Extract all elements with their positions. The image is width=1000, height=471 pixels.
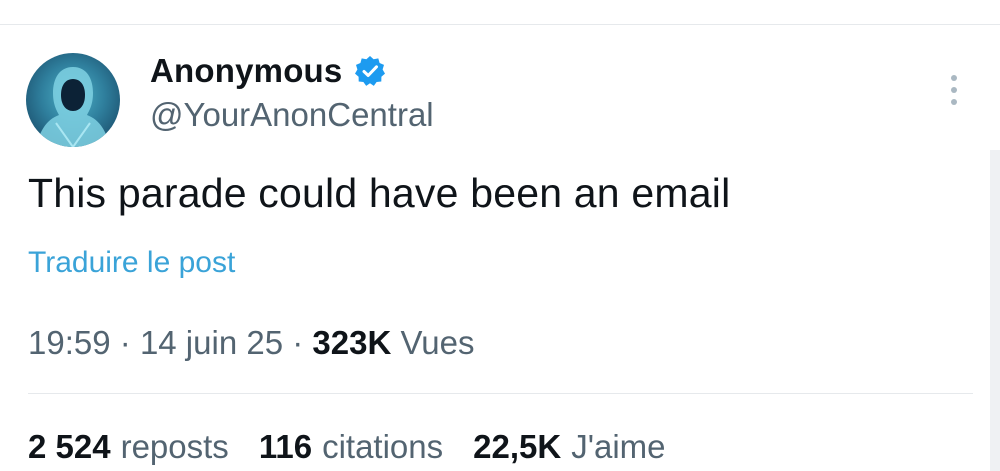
quotes-stat[interactable]: 116 citations bbox=[259, 428, 443, 466]
stats-divider bbox=[28, 393, 973, 394]
more-dot bbox=[951, 75, 957, 81]
post-date[interactable]: 14 juin 25 bbox=[140, 324, 283, 361]
meta-separator: · bbox=[119, 324, 140, 361]
likes-label: J'aime bbox=[571, 428, 666, 465]
author-handle[interactable]: @YourAnonCentral bbox=[150, 96, 434, 134]
more-vertical-icon[interactable] bbox=[944, 72, 964, 108]
views-count[interactable]: 323K bbox=[312, 324, 400, 361]
top-divider bbox=[0, 24, 1000, 25]
reposts-count: 2 524 bbox=[28, 428, 111, 465]
engagement-stats: 2 524 reposts 116 citations 22,5K J'aime bbox=[28, 428, 696, 466]
verified-badge-icon bbox=[354, 55, 386, 87]
avatar[interactable] bbox=[26, 53, 120, 147]
quotes-label: citations bbox=[322, 428, 444, 465]
author-name[interactable]: Anonymous bbox=[150, 52, 342, 90]
views-label[interactable]: Vues bbox=[400, 324, 474, 361]
reposts-label: reposts bbox=[120, 428, 229, 465]
likes-count: 22,5K bbox=[473, 428, 562, 465]
author-name-row: Anonymous bbox=[150, 52, 386, 90]
scrollbar[interactable] bbox=[990, 150, 1000, 471]
likes-stat[interactable]: 22,5K J'aime bbox=[473, 428, 665, 466]
hooded-figure-icon bbox=[36, 67, 110, 147]
post-time[interactable]: 19:59 bbox=[28, 324, 111, 361]
reposts-stat[interactable]: 2 524 reposts bbox=[28, 428, 229, 466]
more-dot bbox=[951, 99, 957, 105]
quotes-count: 116 bbox=[258, 428, 313, 465]
post-text: This parade could have been an email bbox=[28, 170, 731, 216]
meta-separator: · bbox=[292, 324, 313, 361]
post-meta: 19:59 · 14 juin 25 · 323K Vues bbox=[28, 324, 474, 362]
translate-post-link[interactable]: Traduire le post bbox=[28, 246, 235, 280]
more-dot bbox=[951, 87, 957, 93]
